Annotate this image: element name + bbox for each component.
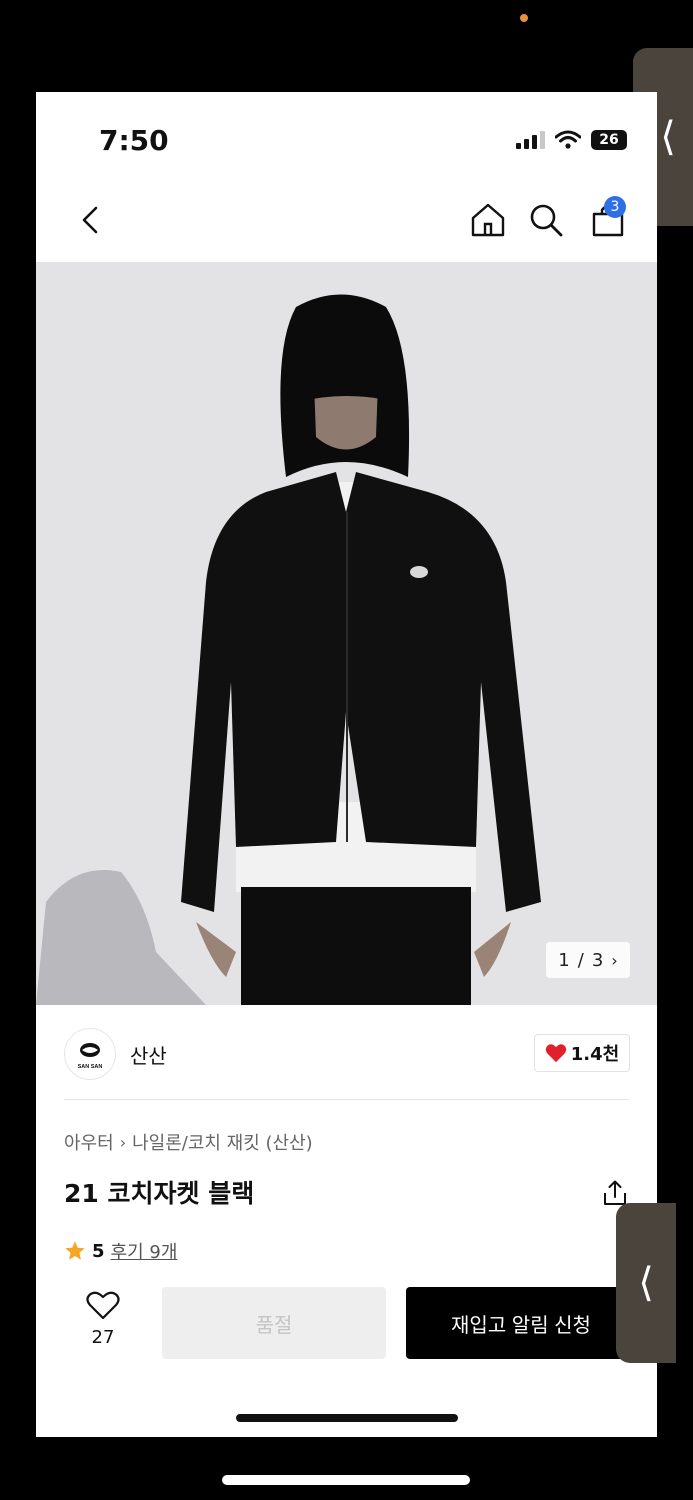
wifi-icon: [555, 130, 581, 149]
status-time: 7:50: [99, 124, 169, 157]
brand-logo-icon: SAN SAN: [78, 1043, 103, 1070]
search-icon[interactable]: [526, 200, 566, 240]
star-icon: [65, 1241, 85, 1260]
heart-filled-icon: [545, 1044, 566, 1063]
wishlist-count: 27: [91, 1327, 115, 1348]
soldout-button: 품절: [162, 1287, 386, 1359]
review-count-link[interactable]: 후기 9개: [111, 1238, 178, 1264]
top-nav-bar: 3: [36, 192, 657, 252]
side-panel-handle-bottom[interactable]: ⟨: [616, 1203, 676, 1363]
brand-name[interactable]: 산산: [130, 1040, 167, 1069]
breadcrumb-category[interactable]: 아우터: [64, 1129, 114, 1155]
model-photo: [36, 262, 657, 1005]
wishlist-button[interactable]: 27: [78, 1291, 128, 1348]
status-icons: 26: [516, 130, 627, 150]
brand-logo[interactable]: SAN SAN: [64, 1028, 116, 1080]
image-current-index: 1: [558, 949, 570, 971]
heart-outline-icon: [86, 1291, 120, 1320]
restock-alert-button[interactable]: 재입고 알림 신청: [406, 1287, 636, 1359]
outer-home-indicator: [222, 1475, 470, 1485]
brand-row: SAN SAN 산산 1.4천: [36, 1022, 657, 1082]
breadcrumb-subcategory[interactable]: 나일론/코치 재킷 (산산): [132, 1129, 313, 1155]
status-bar: 7:50 26: [36, 92, 657, 182]
breadcrumb-chevron-icon: ›: [119, 1132, 127, 1152]
chevron-left-icon: ⟨: [638, 1260, 654, 1306]
brand-logo-text: SAN SAN: [78, 1064, 103, 1070]
brand-like-count: 1.4천: [570, 1044, 620, 1065]
back-arrow-icon[interactable]: [72, 200, 112, 240]
chevron-left-icon: ⟨: [660, 114, 676, 160]
purchase-action-bar: 27 품절 재입고 알림 신청: [36, 1287, 657, 1365]
product-image-gallery[interactable]: 1 / 3 ›: [36, 262, 657, 1005]
image-page-indicator[interactable]: 1 / 3 ›: [546, 942, 630, 978]
section-divider: [64, 1099, 629, 1100]
chevron-right-icon: ›: [611, 950, 618, 970]
home-indicator: [236, 1414, 458, 1422]
rating-row: 5 후기 9개: [64, 1238, 177, 1264]
product-title: 21 코치자켓 블랙: [64, 1179, 255, 1208]
image-separator: /: [577, 949, 584, 971]
image-total-count: 3: [591, 949, 604, 971]
cart-count-badge: 3: [604, 196, 626, 218]
brand-like-button[interactable]: 1.4천: [534, 1034, 630, 1072]
phone-screen: 7:50 26 3 1 / 3 › SAN SAN 산산 1.4천 아우터 › …: [36, 92, 657, 1437]
cellular-signal-icon: [516, 131, 545, 149]
breadcrumb: 아우터 › 나일론/코치 재킷 (산산): [64, 1129, 313, 1155]
rating-score: 5: [92, 1240, 105, 1262]
battery-icon: 26: [591, 130, 627, 150]
privacy-indicator-dot: [520, 14, 528, 22]
home-icon[interactable]: [468, 200, 508, 240]
